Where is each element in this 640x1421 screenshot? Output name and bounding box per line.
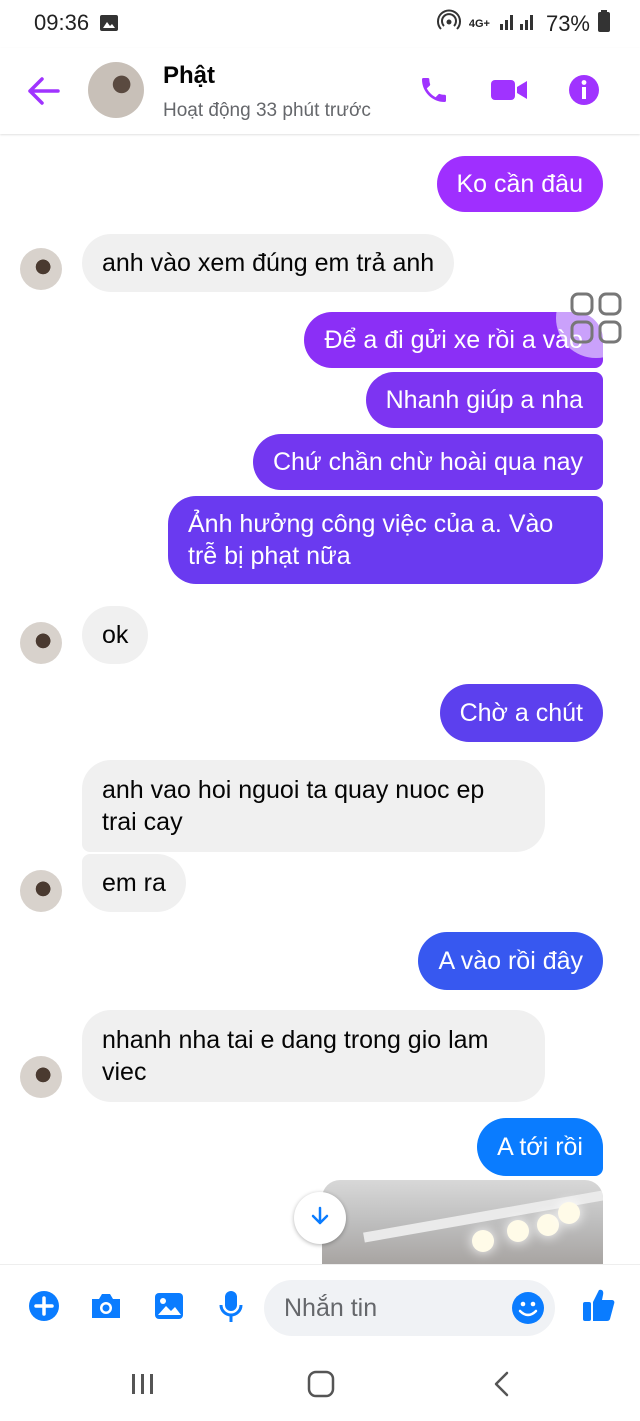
battery-icon	[598, 10, 610, 38]
message-input[interactable]: Nhắn tin	[264, 1280, 555, 1336]
message-outgoing[interactable]: Nhanh giúp a nha	[365, 372, 603, 428]
message-composer: Nhắn tin	[0, 1264, 640, 1351]
back-arrow-icon[interactable]	[26, 76, 60, 111]
phone-call-icon[interactable]	[418, 74, 450, 111]
message-outgoing[interactable]: Ảnh hưởng công việc của a. Vào trễ bị ph…	[168, 496, 603, 584]
message-outgoing[interactable]: Ko cần đâu	[436, 156, 603, 212]
sender-avatar[interactable]	[20, 622, 62, 664]
activity-status: Hoạt động 33 phút trước	[163, 100, 371, 121]
message-input-placeholder: Nhắn tin	[284, 1294, 378, 1322]
hotspot-icon	[436, 9, 461, 39]
message-outgoing[interactable]: Chứ chần chừ hoài qua nay	[252, 434, 603, 490]
apps-grid-icon	[556, 292, 636, 362]
floating-shortcut-button[interactable]	[556, 278, 636, 358]
back-icon[interactable]	[490, 1370, 514, 1403]
thumbs-up-icon[interactable]	[582, 1287, 616, 1328]
sender-avatar[interactable]	[20, 870, 62, 912]
arrow-down-icon	[309, 1205, 331, 1232]
network-type: 4G+	[468, 18, 490, 30]
gallery-icon[interactable]	[153, 1290, 185, 1327]
info-icon[interactable]	[568, 74, 600, 111]
chat-header: Phật Hoạt động 33 phút trước	[0, 48, 640, 134]
scroll-to-bottom-button[interactable]	[294, 1192, 346, 1244]
camera-icon[interactable]	[89, 1290, 123, 1327]
recent-apps-icon[interactable]	[130, 1370, 156, 1403]
message-outgoing[interactable]: A vào rồi đây	[418, 932, 603, 990]
signal-icon	[498, 10, 538, 38]
contact-name[interactable]: Phật	[163, 62, 215, 90]
message-outgoing[interactable]: A tới rồi	[477, 1118, 603, 1176]
message-outgoing[interactable]: Chờ a chút	[439, 684, 603, 742]
system-navigation-bar	[0, 1350, 640, 1421]
message-list[interactable]: Ko cần đâu anh vào xem đúng em trả anh Đ…	[0, 134, 640, 1264]
sender-avatar[interactable]	[20, 1056, 62, 1098]
clock: 09:36	[34, 10, 90, 35]
message-incoming[interactable]: anh vao hoi nguoi ta quay nuoc ep trai c…	[82, 760, 545, 852]
microphone-icon[interactable]	[218, 1290, 244, 1329]
photo-attachment[interactable]	[322, 1180, 603, 1264]
video-call-icon[interactable]	[490, 74, 528, 111]
message-incoming[interactable]: nhanh nha tai e dang trong gio lam viec	[82, 1010, 545, 1102]
add-circle-icon[interactable]	[28, 1290, 60, 1327]
emoji-icon[interactable]	[511, 1291, 545, 1330]
status-bar: 09:36 4G+ 73%	[0, 0, 640, 48]
battery-percentage: 73%	[545, 11, 590, 36]
sender-avatar[interactable]	[20, 248, 62, 290]
gallery-notification-icon	[99, 13, 119, 38]
home-icon[interactable]	[307, 1370, 335, 1403]
message-incoming[interactable]: anh vào xem đúng em trả anh	[82, 234, 455, 292]
contact-avatar[interactable]	[88, 62, 144, 118]
message-incoming[interactable]: em ra	[82, 854, 186, 912]
message-incoming[interactable]: ok	[82, 606, 149, 664]
